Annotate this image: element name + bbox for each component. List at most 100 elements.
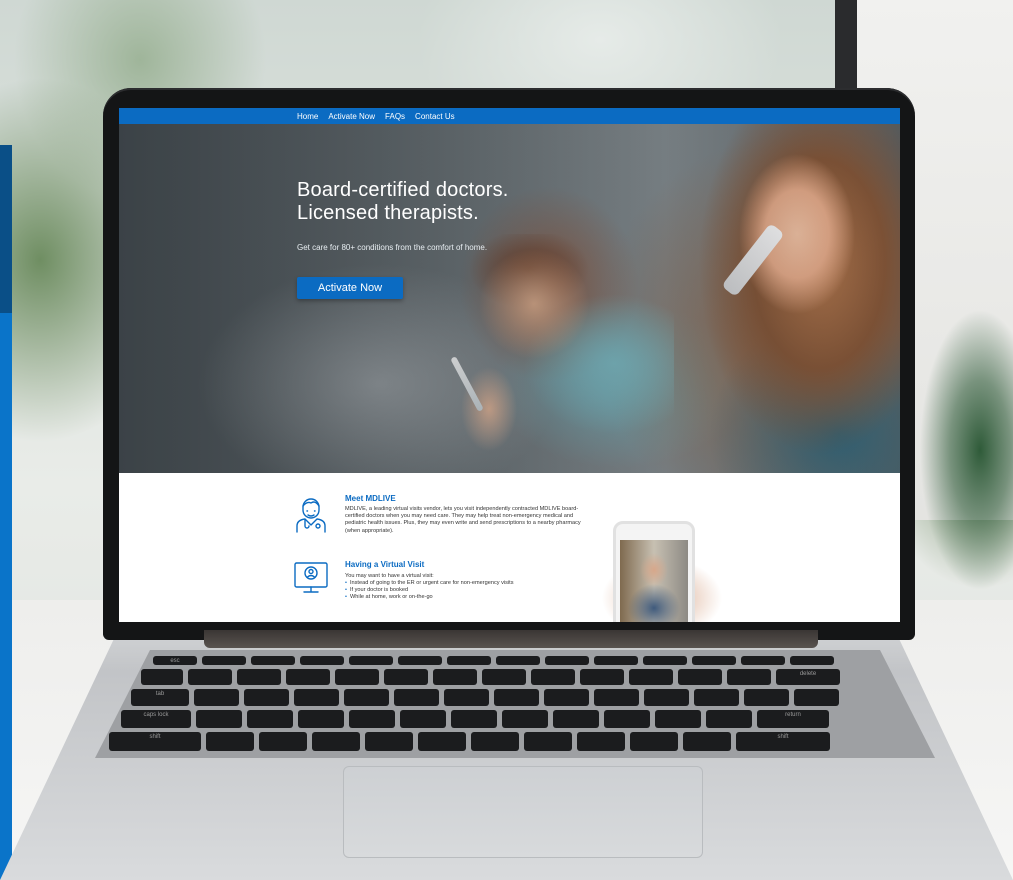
key[interactable]	[335, 669, 379, 685]
key[interactable]	[553, 710, 599, 728]
key[interactable]	[741, 656, 785, 665]
virtual-visit-monitor-icon	[294, 562, 328, 593]
activate-now-button[interactable]: Activate Now	[297, 277, 403, 299]
nav-activate-now[interactable]: Activate Now	[328, 112, 375, 121]
key[interactable]	[531, 669, 575, 685]
key-caps-lock[interactable]: caps lock	[121, 710, 191, 728]
key[interactable]	[706, 710, 752, 728]
key[interactable]	[294, 689, 339, 706]
key[interactable]	[418, 732, 466, 751]
key[interactable]	[502, 710, 548, 728]
key[interactable]	[644, 689, 689, 706]
key[interactable]	[344, 689, 389, 706]
list-item: If your doctor is booked	[345, 587, 605, 594]
key[interactable]	[194, 689, 239, 706]
key[interactable]	[433, 669, 477, 685]
key[interactable]	[629, 669, 673, 685]
phone-video-doctor	[620, 540, 688, 622]
key[interactable]	[678, 669, 722, 685]
trackpad[interactable]	[343, 766, 703, 858]
key-shift-right[interactable]: shift	[736, 732, 830, 751]
blue-panel-dark	[0, 145, 12, 313]
key[interactable]	[196, 710, 242, 728]
nav-home[interactable]: Home	[297, 112, 318, 121]
list-item: Instead of going to the ER or urgent car…	[345, 580, 605, 587]
key[interactable]	[494, 689, 539, 706]
key-esc[interactable]: esc	[153, 656, 197, 665]
key[interactable]	[482, 669, 526, 685]
keyboard: esc delete tab caps lock return shift sh…	[95, 650, 935, 758]
key[interactable]	[444, 689, 489, 706]
key[interactable]	[727, 669, 771, 685]
key[interactable]	[544, 689, 589, 706]
key[interactable]	[349, 710, 395, 728]
virtual-visit-heading: Having a Virtual Visit	[345, 560, 425, 569]
background-plant	[910, 300, 1013, 600]
hero-title-line1: Board-certified doctors.	[297, 179, 509, 201]
key[interactable]	[251, 656, 295, 665]
key[interactable]	[594, 689, 639, 706]
nav-faqs[interactable]: FAQs	[385, 112, 405, 121]
key[interactable]	[188, 669, 232, 685]
key[interactable]	[286, 669, 330, 685]
key-tab[interactable]: tab	[131, 689, 189, 706]
keyboard-row-home: caps lock return	[121, 710, 909, 728]
keyboard-row-top: tab	[131, 689, 899, 706]
key[interactable]	[349, 656, 393, 665]
key-delete[interactable]: delete	[776, 669, 840, 685]
key[interactable]	[247, 710, 293, 728]
key[interactable]	[794, 689, 839, 706]
key[interactable]	[524, 732, 572, 751]
key[interactable]	[300, 656, 344, 665]
key-return[interactable]: return	[757, 710, 829, 728]
key[interactable]	[683, 732, 731, 751]
key[interactable]	[471, 732, 519, 751]
key[interactable]	[655, 710, 701, 728]
keyboard-row-numbers: delete	[141, 669, 889, 685]
key[interactable]	[496, 656, 540, 665]
nav-contact-us[interactable]: Contact Us	[415, 112, 455, 121]
key[interactable]	[298, 710, 344, 728]
key[interactable]	[594, 656, 638, 665]
key[interactable]	[577, 732, 625, 751]
meet-mdlive-text: MDLIVE, a leading virtual visits vendor,…	[345, 506, 581, 534]
list-item: While at home, work or on-the-go	[345, 594, 605, 601]
key[interactable]	[141, 669, 183, 685]
laptop-screen: Home Activate Now FAQs Contact Us Board-…	[119, 108, 900, 622]
hero-title: Board-certified doctors. Licensed therap…	[297, 179, 509, 225]
virtual-visit-list: Instead of going to the ER or urgent car…	[345, 580, 605, 602]
key[interactable]	[206, 732, 254, 751]
key[interactable]	[545, 656, 589, 665]
key[interactable]	[259, 732, 307, 751]
key[interactable]	[451, 710, 497, 728]
key[interactable]	[384, 669, 428, 685]
keyboard-row-bottom: shift shift	[109, 732, 921, 751]
phone-video-call-image	[613, 521, 695, 622]
laptop-hinge	[204, 630, 818, 648]
power-key[interactable]	[790, 656, 834, 665]
key[interactable]	[202, 656, 246, 665]
key[interactable]	[237, 669, 281, 685]
keyboard-row-function: esc	[153, 656, 883, 665]
key[interactable]	[643, 656, 687, 665]
key[interactable]	[694, 689, 739, 706]
key[interactable]	[398, 656, 442, 665]
key[interactable]	[447, 656, 491, 665]
key[interactable]	[744, 689, 789, 706]
key[interactable]	[580, 669, 624, 685]
key[interactable]	[312, 732, 360, 751]
key[interactable]	[630, 732, 678, 751]
key[interactable]	[400, 710, 446, 728]
blue-panel	[0, 313, 12, 880]
key-shift-left[interactable]: shift	[109, 732, 201, 751]
key[interactable]	[604, 710, 650, 728]
info-section: Meet MDLIVE MDLIVE, a leading virtual vi…	[119, 473, 900, 622]
key[interactable]	[365, 732, 413, 751]
hero-title-line2: Licensed therapists.	[297, 202, 479, 224]
doctor-icon	[296, 498, 326, 533]
hero-subtitle: Get care for 80+ conditions from the com…	[297, 243, 488, 252]
key[interactable]	[244, 689, 289, 706]
key[interactable]	[394, 689, 439, 706]
meet-mdlive-heading: Meet MDLIVE	[345, 494, 396, 503]
key[interactable]	[692, 656, 736, 665]
